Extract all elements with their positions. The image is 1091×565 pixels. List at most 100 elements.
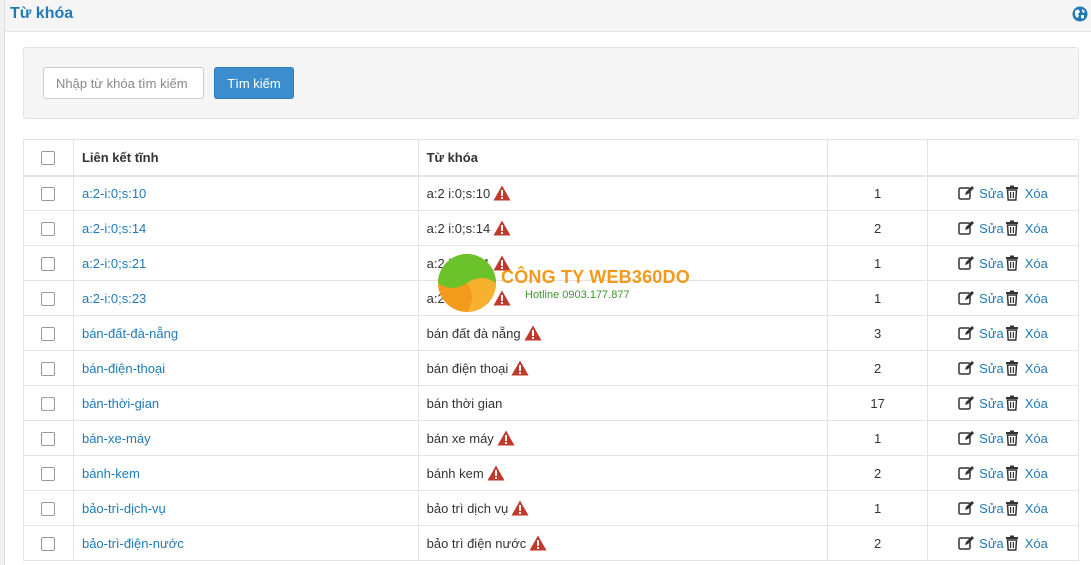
row-checkbox[interactable] bbox=[41, 396, 56, 411]
edit-button[interactable]: Sửa bbox=[958, 326, 1004, 341]
static-link[interactable]: a:2-i:0;s:21 bbox=[82, 256, 146, 271]
table-row: a:2-i:0;s:10 a:2 i:0;s:10 1 Sửa Xóa bbox=[23, 175, 1079, 211]
keyword-text: a:2 i:0;s:10 bbox=[426, 186, 491, 202]
static-link[interactable]: bánh-kem bbox=[82, 466, 140, 481]
select-all-cell bbox=[23, 139, 74, 177]
link-cell: bảo-trì-điện-nước bbox=[72, 525, 419, 561]
row-checkbox[interactable] bbox=[41, 221, 56, 236]
delete-label: Xóa bbox=[1024, 186, 1048, 202]
delete-label: Xóa bbox=[1024, 501, 1048, 516]
search-button[interactable]: Tìm kiếm bbox=[214, 67, 294, 99]
edit-button[interactable]: Sửa bbox=[958, 501, 1004, 516]
delete-button[interactable]: Xóa bbox=[1004, 290, 1048, 306]
delete-button[interactable]: Xóa bbox=[1004, 535, 1048, 551]
edit-button[interactable]: Sửa bbox=[958, 291, 1004, 306]
row-checkbox[interactable] bbox=[41, 256, 56, 271]
link-cell: bán-đất-đà-nẵng bbox=[72, 315, 419, 351]
static-link[interactable]: bảo-trì-dịch-vụ bbox=[82, 501, 166, 516]
column-header-actions bbox=[927, 139, 1079, 177]
edit-button[interactable]: Sửa bbox=[958, 256, 1004, 271]
delete-button[interactable]: Xóa bbox=[1004, 325, 1048, 341]
edit-button[interactable]: Sửa bbox=[958, 536, 1004, 551]
link-cell: bánh-kem bbox=[72, 455, 419, 491]
edit-button[interactable]: Sửa bbox=[958, 361, 1004, 376]
edit-button[interactable]: Sửa bbox=[958, 466, 1004, 481]
actions-cell: Sửa Xóa bbox=[927, 455, 1079, 491]
trash-icon bbox=[1005, 500, 1018, 516]
warning-icon bbox=[524, 325, 542, 341]
row-checkbox[interactable] bbox=[41, 291, 56, 306]
delete-button[interactable]: Xóa bbox=[1004, 500, 1048, 516]
actions-cell: Sửa Xóa bbox=[927, 525, 1079, 561]
keyword-cell: bán thời gian bbox=[417, 385, 829, 421]
globe-icon[interactable] bbox=[1072, 6, 1088, 22]
edit-button[interactable]: Sửa bbox=[958, 396, 1004, 411]
keywords-table: Liên kết tĩnh Từ khóa a:2-i:0;s:10 a:2 i:… bbox=[23, 139, 1079, 561]
delete-button[interactable]: Xóa bbox=[1004, 255, 1048, 271]
delete-label: Xóa bbox=[1024, 291, 1048, 306]
static-link[interactable]: bán-đất-đà-nẵng bbox=[82, 326, 178, 341]
edit-label: Sửa bbox=[979, 396, 1004, 411]
edit-icon bbox=[958, 431, 975, 445]
delete-button[interactable]: Xóa bbox=[1004, 360, 1048, 376]
count-cell: 1 bbox=[827, 490, 929, 526]
delete-button[interactable]: Xóa bbox=[1004, 185, 1048, 202]
edit-button[interactable]: Sửa bbox=[958, 186, 1004, 201]
delete-button[interactable]: Xóa bbox=[1004, 395, 1048, 411]
static-link[interactable]: bán-thời-gian bbox=[82, 396, 159, 411]
column-header-keyword: Từ khóa bbox=[417, 139, 829, 177]
keyword-cell: bán xe máy bbox=[417, 420, 829, 456]
row-checkbox[interactable] bbox=[41, 466, 56, 481]
static-link[interactable]: a:2-i:0;s:10 bbox=[82, 186, 146, 201]
edit-label: Sửa bbox=[979, 256, 1004, 271]
warning-icon bbox=[493, 290, 511, 306]
row-checkbox[interactable] bbox=[41, 501, 56, 516]
row-select-cell bbox=[23, 280, 74, 316]
static-link[interactable]: bảo-trì-điện-nước bbox=[82, 536, 184, 551]
panel-header: Từ khóa bbox=[5, 0, 1091, 32]
column-header-link: Liên kết tĩnh bbox=[72, 139, 419, 177]
actions-cell: Sửa Xóa bbox=[927, 420, 1079, 456]
row-checkbox[interactable] bbox=[41, 361, 56, 376]
table-row: a:2-i:0;s:21 a:2 i:0;s:21 1 Sửa Xóa bbox=[23, 245, 1079, 281]
table-row: a:2-i:0;s:14 a:2 i:0;s:14 2 Sửa Xóa bbox=[23, 210, 1079, 246]
delete-button[interactable]: Xóa bbox=[1004, 430, 1048, 446]
actions-cell: Sửa Xóa bbox=[927, 245, 1079, 281]
column-header-count bbox=[827, 139, 929, 177]
edit-button[interactable]: Sửa bbox=[958, 431, 1004, 446]
warning-icon bbox=[493, 220, 511, 236]
keyword-text: a:2 i:0;s:23 bbox=[426, 291, 491, 306]
edit-icon bbox=[958, 361, 975, 375]
trash-icon bbox=[1005, 290, 1018, 306]
row-checkbox[interactable] bbox=[41, 431, 56, 446]
delete-button[interactable]: Xóa bbox=[1004, 465, 1048, 481]
row-select-cell bbox=[23, 315, 74, 351]
static-link[interactable]: bán-xe-máy bbox=[82, 431, 151, 446]
row-checkbox[interactable] bbox=[41, 536, 56, 551]
edit-icon bbox=[958, 536, 975, 550]
row-select-cell bbox=[23, 385, 74, 421]
row-checkbox[interactable] bbox=[41, 326, 56, 341]
actions-cell: Sửa Xóa bbox=[927, 280, 1079, 316]
row-select-cell bbox=[23, 350, 74, 386]
static-link[interactable]: bán-điện-thoại bbox=[82, 361, 165, 376]
edit-button[interactable]: Sửa bbox=[958, 221, 1004, 236]
search-input[interactable] bbox=[43, 67, 204, 99]
keyword-text: bánh kem bbox=[426, 466, 484, 481]
count-cell: 2 bbox=[827, 525, 929, 561]
table-row: bán-đất-đà-nẵng bán đất đà nẵng 3 Sửa Xóa bbox=[23, 315, 1079, 351]
static-link[interactable]: a:2-i:0;s:23 bbox=[82, 291, 146, 306]
edit-icon bbox=[958, 256, 975, 270]
row-select-cell bbox=[23, 210, 74, 246]
trash-icon bbox=[1005, 430, 1018, 446]
warning-icon bbox=[487, 465, 505, 481]
edit-icon bbox=[958, 186, 975, 200]
row-select-cell bbox=[23, 420, 74, 456]
delete-button[interactable]: Xóa bbox=[1004, 220, 1048, 236]
row-checkbox[interactable] bbox=[41, 187, 56, 202]
static-link[interactable]: a:2-i:0;s:14 bbox=[82, 221, 146, 236]
select-all-checkbox[interactable] bbox=[41, 151, 56, 166]
edit-icon bbox=[958, 326, 975, 340]
delete-label: Xóa bbox=[1024, 256, 1048, 271]
warning-icon bbox=[493, 185, 511, 201]
